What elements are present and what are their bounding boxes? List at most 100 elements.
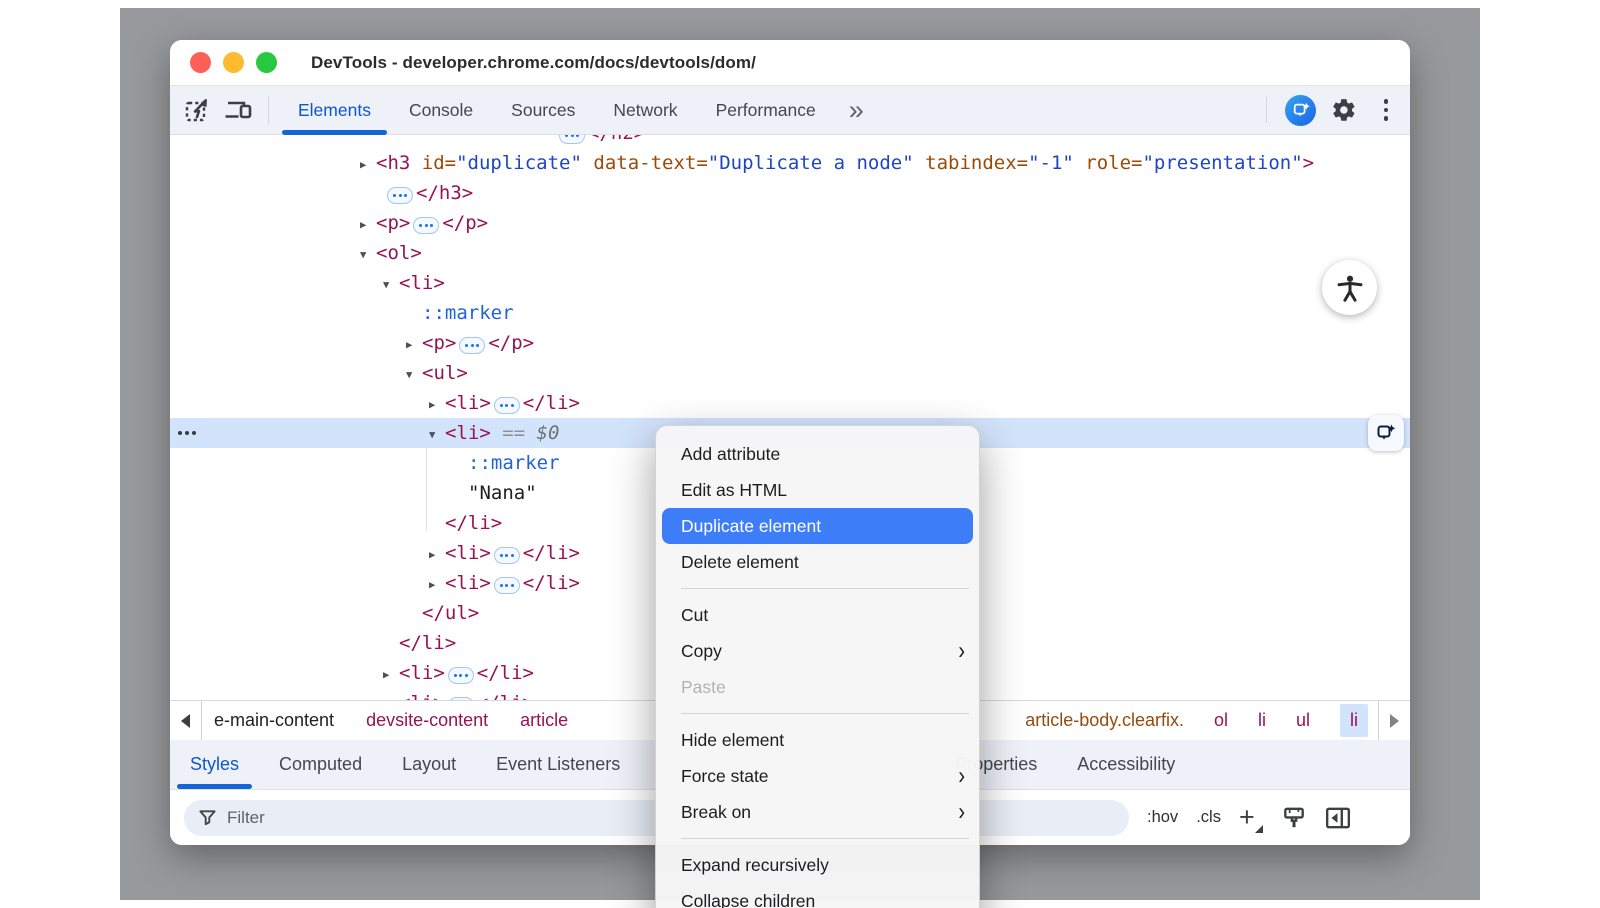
element-classes-button[interactable]: .cls	[1196, 808, 1221, 827]
code-eq: ==	[491, 422, 537, 444]
expand-arrow-icon[interactable]: ▶	[360, 150, 376, 180]
collapsed-content-ellipsis-icon[interactable]	[459, 337, 485, 354]
code-tag: <li>	[445, 542, 491, 564]
menu-item-break-on[interactable]: Break on›	[656, 794, 979, 830]
tab-elements[interactable]: Elements	[279, 86, 390, 134]
context-menu: Add attributeEdit as HTMLDuplicate eleme…	[655, 425, 980, 908]
kebab-menu-icon[interactable]	[1372, 96, 1400, 124]
collapsed-content-ellipsis-icon[interactable]	[559, 135, 585, 144]
menu-item-paste: Paste	[656, 669, 979, 705]
collapsed-content-ellipsis-icon[interactable]	[494, 577, 520, 594]
close-window-button[interactable]	[190, 52, 211, 73]
new-style-rule-button[interactable]: +	[1239, 804, 1263, 831]
menu-item-add-attribute[interactable]: Add attribute	[656, 436, 979, 472]
dom-node[interactable]: ▶<h3 id="duplicate" data-text="Duplicate…	[170, 148, 1410, 178]
more-tabs-icon[interactable]: »	[841, 97, 872, 124]
menu-item-force-state[interactable]: Force state›	[656, 758, 979, 794]
expand-arrow-icon[interactable]: ▶	[406, 330, 422, 360]
collapsed-content-ellipsis-icon[interactable]	[494, 397, 520, 414]
dom-node[interactable]: ▼<ul>	[170, 358, 1410, 388]
breadcrumb-scroll-left-button[interactable]	[170, 701, 202, 740]
screenshot-stage: DevTools - developer.chrome.com/docs/dev…	[0, 0, 1600, 908]
expand-arrow-icon[interactable]: ▶	[383, 660, 399, 690]
ai-assistance-icon[interactable]	[1285, 95, 1316, 126]
breadcrumb-item-article[interactable]: article	[520, 710, 568, 731]
expand-arrow-icon[interactable]: ▼	[360, 240, 376, 270]
row-overflow-dots-icon[interactable]	[178, 418, 196, 448]
panel-tab-accessibility[interactable]: Accessibility	[1061, 740, 1191, 789]
toggle-element-state-button[interactable]: :hov	[1147, 808, 1178, 827]
dom-node[interactable]: </h2>	[170, 135, 1410, 148]
panel-tab-layout[interactable]: Layout	[386, 740, 472, 789]
expand-arrow-icon[interactable]: ▶	[383, 690, 399, 700]
expand-arrow-icon[interactable]: ▶	[429, 540, 445, 570]
code-tag: </h2>	[588, 135, 645, 144]
breadcrumb-item-li[interactable]: li	[1340, 704, 1368, 737]
code-tag: </li>	[523, 572, 580, 594]
panel-tab-event-listeners[interactable]: Event Listeners	[480, 740, 636, 789]
expand-arrow-icon[interactable]: ▶	[429, 390, 445, 420]
dom-node[interactable]: ▶<li></li>	[170, 388, 1410, 418]
dock-side-panel-icon[interactable]	[1325, 806, 1351, 830]
code-text: "Nana"	[468, 482, 537, 504]
expand-arrow-icon[interactable]: ▶	[360, 210, 376, 240]
tab-console[interactable]: Console	[390, 86, 492, 134]
menu-item-expand-recursively[interactable]: Expand recursively	[656, 847, 979, 883]
breadcrumb-item-ul[interactable]: ul	[1296, 710, 1310, 731]
dom-node[interactable]: </h3>	[170, 178, 1410, 208]
dom-node[interactable]: ▶<p></p>	[170, 328, 1410, 358]
collapsed-content-ellipsis-icon[interactable]	[387, 187, 413, 204]
menu-item-hide-element[interactable]: Hide element	[656, 722, 979, 758]
breadcrumb-item-e-main-content[interactable]: e-main-content	[214, 710, 334, 731]
inspect-element-icon[interactable]	[182, 95, 212, 125]
breadcrumb-item-li[interactable]: li	[1258, 710, 1266, 731]
panel-tab-computed[interactable]: Computed	[263, 740, 378, 789]
expand-arrow-icon[interactable]: ▼	[406, 360, 422, 390]
collapsed-content-ellipsis-icon[interactable]	[494, 547, 520, 564]
code-tag: </p>	[488, 332, 534, 354]
expand-arrow-icon[interactable]: ▶	[429, 570, 445, 600]
breadcrumb-item-devsite-content[interactable]: devsite-content	[366, 710, 488, 731]
tab-label: Sources	[511, 100, 575, 121]
panel-tab-label: Accessibility	[1077, 754, 1175, 775]
tab-network[interactable]: Network	[594, 86, 696, 134]
menu-item-cut[interactable]: Cut	[656, 597, 979, 633]
dom-node[interactable]: ▶<p></p>	[170, 208, 1410, 238]
menu-item-copy[interactable]: Copy›	[656, 633, 979, 669]
toolbar-divider	[268, 96, 269, 124]
ask-ai-badge-icon[interactable]	[1368, 415, 1404, 451]
menu-item-edit-as-html[interactable]: Edit as HTML	[656, 472, 979, 508]
code-tag: <li>	[445, 422, 491, 444]
menu-item-label: Cut	[681, 605, 708, 626]
settings-gear-icon[interactable]	[1330, 96, 1358, 124]
devtools-tabs: ElementsConsole Sources NetworkPerformance	[279, 86, 835, 134]
collapsed-content-ellipsis-icon[interactable]	[448, 667, 474, 684]
dom-node[interactable]: ::marker	[170, 298, 1410, 328]
breadcrumb-item-ol[interactable]: ol	[1214, 710, 1228, 731]
code-tag: <li>	[399, 272, 445, 294]
menu-item-delete-element[interactable]: Delete element	[656, 544, 979, 580]
breadcrumb-scroll-right-button[interactable]	[1378, 701, 1410, 740]
zoom-window-button[interactable]	[256, 52, 277, 73]
code-tag: <li>	[399, 662, 445, 684]
dom-node[interactable]: ▼<ol>	[170, 238, 1410, 268]
code-pseudo: ::marker	[468, 452, 560, 474]
code-val: "-1"	[1028, 152, 1074, 174]
code-attr: tabindex=	[914, 152, 1028, 174]
tab-performance[interactable]: Performance	[697, 86, 835, 134]
device-toolbar-icon[interactable]	[224, 95, 254, 125]
submenu-chevron-icon: ›	[958, 637, 965, 666]
panel-tab-styles[interactable]: Styles	[174, 740, 255, 789]
expand-arrow-icon[interactable]: ▼	[429, 420, 445, 450]
dom-node[interactable]: ▼<li>	[170, 268, 1410, 298]
menu-item-collapse-children[interactable]: Collapse children	[656, 883, 979, 908]
breadcrumb-item-article-body-clearfix-[interactable]: article-body.clearfix.	[1025, 710, 1184, 731]
minimize-window-button[interactable]	[223, 52, 244, 73]
expand-arrow-icon[interactable]: ▼	[383, 270, 399, 300]
accessibility-overlay-button[interactable]	[1322, 260, 1377, 315]
collapsed-content-ellipsis-icon[interactable]	[413, 217, 439, 234]
menu-item-duplicate-element[interactable]: Duplicate element	[662, 508, 973, 544]
rendering-brush-icon[interactable]	[1281, 805, 1307, 831]
tab-sources[interactable]: Sources	[492, 86, 594, 134]
panel-tab-label: Computed	[279, 754, 362, 775]
